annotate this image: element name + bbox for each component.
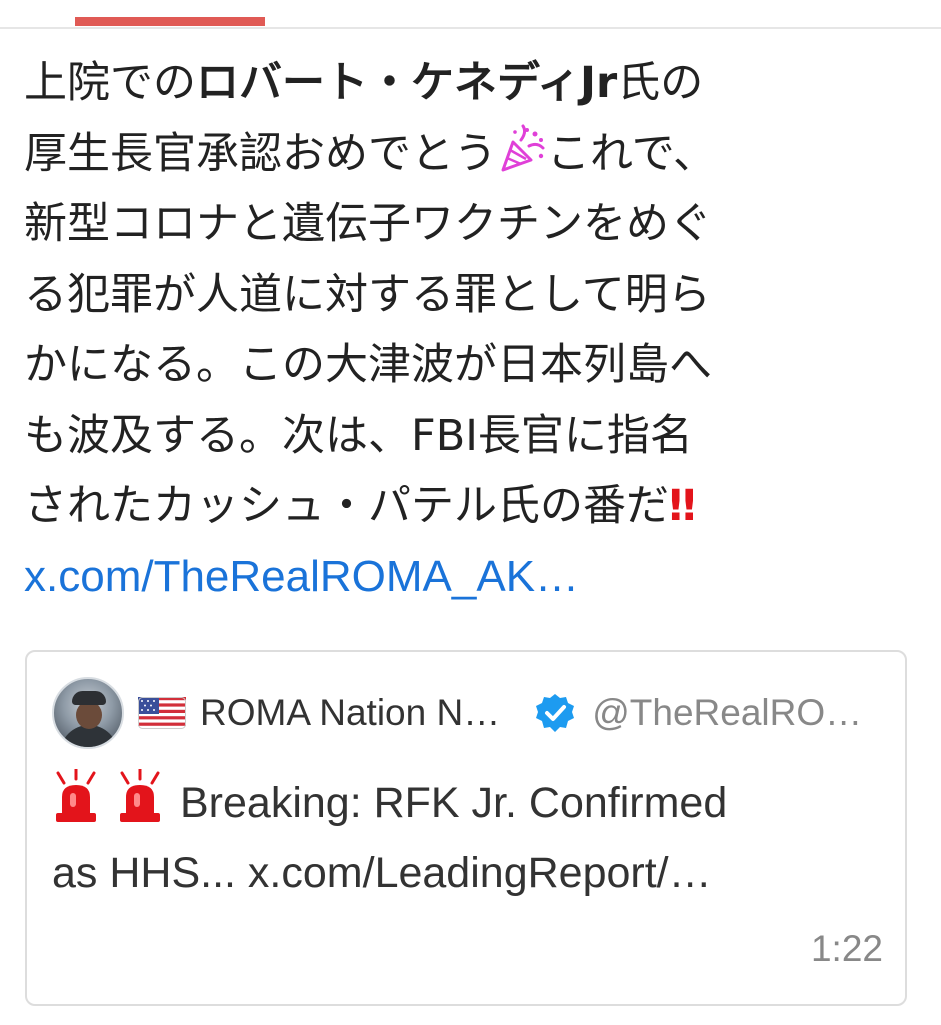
- quoted-handle[interactable]: @TheRealRO…: [592, 692, 862, 734]
- post-text: 上院でのロバート・ケネディJr氏の 厚生長官承認おめでとう これで、 新型コロナ…: [24, 48, 904, 612]
- quoted-line-1: Breaking: RFK Jr. Confirmed: [52, 768, 882, 838]
- top-bar: [0, 0, 941, 30]
- double-exclamation-icon: ‼: [669, 481, 696, 531]
- post-line-2: 厚生長官承認おめでとう これで、: [24, 119, 904, 190]
- avatar[interactable]: [52, 677, 124, 749]
- party-popper-icon: [501, 124, 545, 171]
- post-line-3: 新型コロナと遺伝子ワクチンをめぐ: [24, 199, 712, 249]
- quoted-post-card[interactable]: ROMA Nation N… @TheRealRO… Breaking: RFK…: [25, 650, 907, 1006]
- post-line-7: されたカッシュ・パテル氏の番だ‼: [24, 471, 904, 542]
- post-link[interactable]: x.com/TheRealROMA_AK…: [24, 542, 904, 613]
- top-divider: [0, 27, 941, 29]
- post-line-6: も波及する。次は、FBI長官に指名: [24, 410, 693, 461]
- post-line-1-pre: 上院での: [24, 58, 196, 108]
- verified-badge-icon: [536, 694, 575, 732]
- post-line-7-text: されたカッシュ・パテル氏の番だ: [24, 481, 669, 531]
- active-tab-indicator: [75, 17, 265, 26]
- siren-icon: [120, 769, 160, 822]
- quoted-post-header: ROMA Nation N… @TheRealRO…: [52, 677, 882, 749]
- post-line-2-text: 厚生長官承認おめでとう: [24, 128, 497, 179]
- us-flag-icon: [138, 697, 186, 729]
- post-line-1-bold: ロバート・ケネディJr: [196, 58, 618, 108]
- quoted-display-name[interactable]: ROMA Nation N…: [200, 692, 500, 734]
- quoted-text-line-1: Breaking: RFK Jr. Confirmed: [180, 779, 728, 827]
- post-line-1: 上院でのロバート・ケネディJr氏の: [24, 48, 904, 119]
- quoted-text-line-2[interactable]: as HHS... x.com/LeadingReport/…: [52, 838, 882, 908]
- post-line-2-after: これで、: [547, 128, 716, 179]
- quoted-timestamp: 1:22: [810, 928, 883, 969]
- post-line-4: る犯罪が人道に対する罪として明ら: [24, 269, 711, 320]
- post-line-5: かになる。この大津波が日本列島へ: [24, 340, 712, 390]
- post-line-1-post: 氏の: [617, 58, 704, 108]
- quoted-post-text: Breaking: RFK Jr. Confirmed as HHS... x.…: [52, 768, 882, 908]
- siren-icon: [56, 769, 96, 822]
